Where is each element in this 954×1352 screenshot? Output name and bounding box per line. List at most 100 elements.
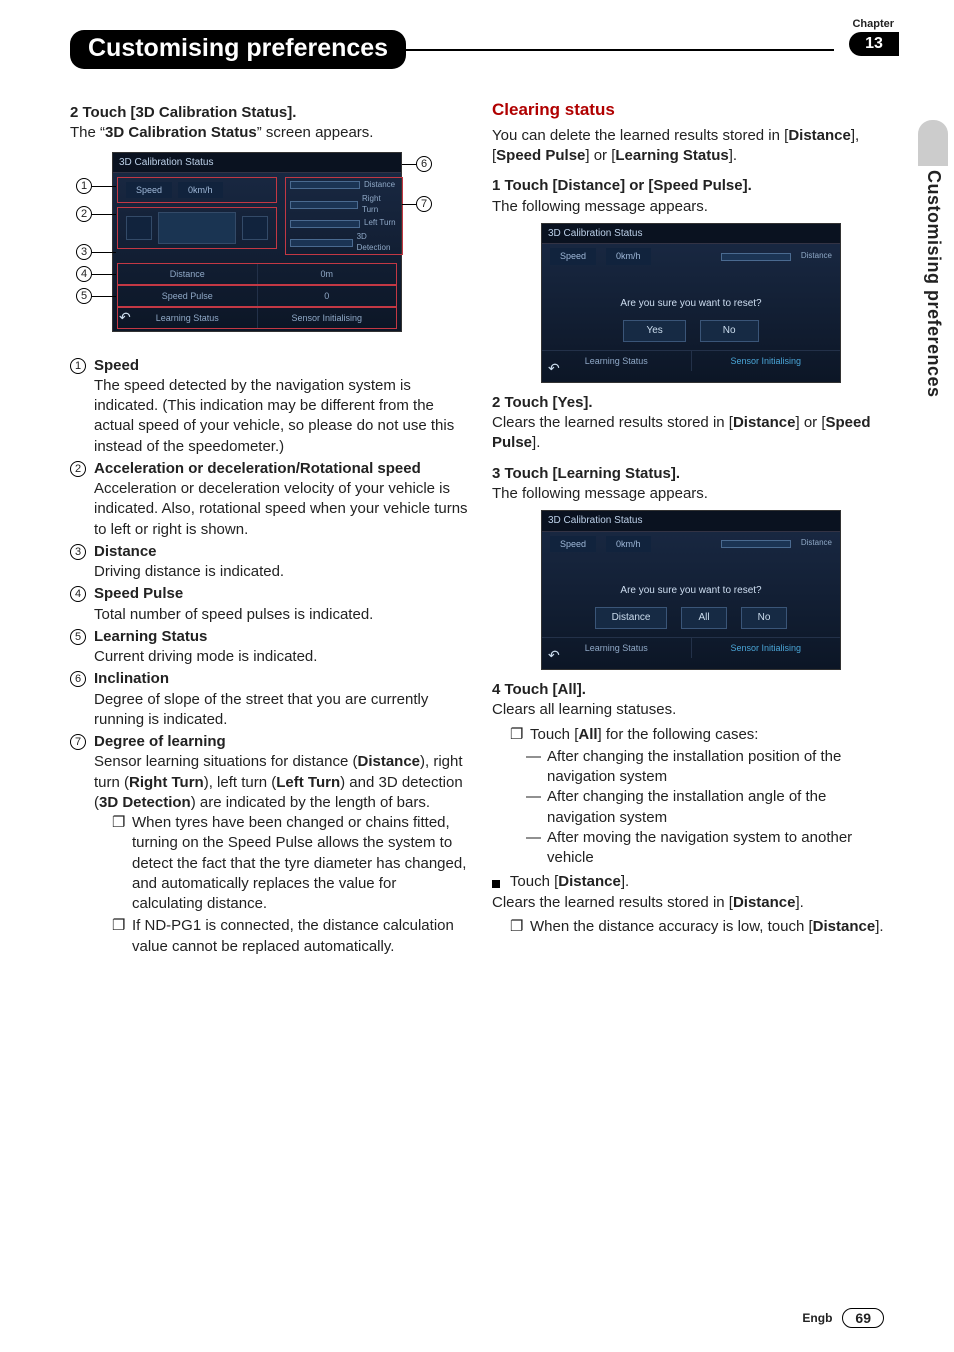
step4-bullet-lead: Touch [All] for the following cases: <box>530 725 758 745</box>
annotation-list: 1 Speed The speed detected by the naviga… <box>70 356 468 959</box>
chapter-label: Chapter <box>852 18 894 30</box>
note-icon: ❐ <box>112 813 126 914</box>
row-speedpulse-r: 0 <box>258 286 397 306</box>
gauge-rotation <box>158 212 236 244</box>
dlg1-speed-value: 0km/h <box>606 248 651 264</box>
note-icon: ❐ <box>510 725 524 745</box>
back-icon: ↶ <box>119 308 131 327</box>
dlg1-bottom-r: Sensor Initialising <box>692 351 841 371</box>
callout-7: 7 <box>416 196 432 212</box>
right-column: Clearing status You can delete the learn… <box>492 99 890 961</box>
dlg2-bottom-r: Sensor Initialising <box>692 638 841 658</box>
dlg1-no-button[interactable]: No <box>700 320 759 342</box>
gauge-acc <box>126 216 152 240</box>
step4-dash-1: After changing the installation position… <box>547 747 890 788</box>
degree-bullet-2: If ND-PG1 is connected, the distance cal… <box>132 916 468 957</box>
calibration-screen: 3D Calibration Status Speed 0km/h <box>112 152 402 332</box>
left-column: 2 Touch [3D Calibration Status]. The “3D… <box>70 99 468 961</box>
note-icon: ❐ <box>510 917 524 937</box>
left-step2-desc: The “3D Calibration Status” screen appea… <box>70 123 468 143</box>
prog-left-turn: Left Turn <box>364 218 396 229</box>
square-bullet-icon <box>492 880 500 888</box>
row-learn-r: Sensor Initialising <box>258 308 397 328</box>
touch-distance-body: Clears the learned results stored in [Di… <box>492 893 890 913</box>
right-step3-head: 3 Touch [Learning Status]. <box>492 464 890 484</box>
right-step1-head: 1 Touch [Distance] or [Speed Pulse]. <box>492 176 890 196</box>
dlg1-title: 3D Calibration Status <box>542 224 840 245</box>
callout-5: 5 <box>76 288 92 304</box>
right-step3-msg: The following message appears. <box>492 484 890 504</box>
anno-degree-head: Degree of learning <box>94 732 468 752</box>
right-step2-body: Clears the learned results stored in [Di… <box>492 413 890 454</box>
chapter-number-badge: 13 <box>849 32 899 56</box>
clearing-status-heading: Clearing status <box>492 99 890 122</box>
row-distance-l: Distance <box>118 264 258 284</box>
gauge-incline <box>242 216 268 240</box>
side-tab-text: Customising preferences <box>923 170 944 398</box>
row-learn-l: Learning Status <box>118 308 258 328</box>
footer-lang: Engb <box>802 1311 832 1325</box>
dlg2-title: 3D Calibration Status <box>542 511 840 532</box>
dlg2-all-button[interactable]: All <box>681 607 726 629</box>
anno-degree-body: Sensor learning situations for distance … <box>94 752 468 813</box>
title-rule <box>406 49 834 51</box>
anno-speedpulse-body: Total number of speed pulses is indicate… <box>94 605 468 625</box>
left-step2-head: 2 Touch [3D Calibration Status]. <box>70 103 468 123</box>
dlg2-no-button[interactable]: No <box>741 607 788 629</box>
page-title: Customising preferences <box>70 30 406 69</box>
dlg1-bottom-l: Learning Status <box>542 351 692 371</box>
right-step4-line: Clears all learning statuses. <box>492 700 890 720</box>
dlg1-prog: Distance <box>801 251 832 262</box>
anno-incline-head: Inclination <box>94 669 468 689</box>
footer-page-number: 69 <box>842 1308 884 1328</box>
callout-2: 2 <box>76 206 92 222</box>
anno-learn-body: Current driving mode is indicated. <box>94 647 468 667</box>
prog-right-turn: Right Turn <box>362 194 398 216</box>
anno-accel-head: Acceleration or deceleration/Rotational … <box>94 459 468 479</box>
row-distance-r: 0m <box>258 264 397 284</box>
callout-4: 4 <box>76 266 92 282</box>
right-step2-head: 2 Touch [Yes]. <box>492 393 890 413</box>
clearing-intro: You can delete the learned results store… <box>492 126 890 167</box>
anno-speed-body: The speed detected by the navigation sys… <box>94 376 468 457</box>
prog-3d-detection: 3D Detection <box>357 232 398 254</box>
speed-value: 0km/h <box>178 182 223 198</box>
speed-label: Speed <box>126 182 172 198</box>
dlg2-speed-value: 0km/h <box>606 536 651 552</box>
touch-distance-bullet: When the distance accuracy is low, touch… <box>530 917 884 937</box>
anno-distance-body: Driving distance is indicated. <box>94 562 468 582</box>
degree-bullet-1: When tyres have been changed or chains f… <box>132 813 468 914</box>
callout-6: 6 <box>416 156 432 172</box>
note-icon: ❐ <box>112 916 126 957</box>
page-header: Chapter 13 Customising preferences <box>70 30 894 69</box>
screen-title: 3D Calibration Status <box>113 153 401 174</box>
anno-incline-body: Degree of slope of the street that you a… <box>94 690 468 731</box>
dlg2-prog: Distance <box>801 538 832 549</box>
calibration-diagram: 3D Calibration Status Speed 0km/h <box>76 152 436 342</box>
dlg2-bottom-l: Learning Status <box>542 638 692 658</box>
reset-dialog-1: 3D Calibration Status Speed 0km/h Distan… <box>541 223 841 383</box>
reset-dialog-2: 3D Calibration Status Speed 0km/h Distan… <box>541 510 841 670</box>
dlg2-speed-label: Speed <box>550 536 596 552</box>
right-step1-msg: The following message appears. <box>492 197 890 217</box>
anno-speedpulse-head: Speed Pulse <box>94 584 468 604</box>
row-speedpulse-l: Speed Pulse <box>118 286 258 306</box>
back-icon: ↶ <box>548 646 560 665</box>
callout-3: 3 <box>76 244 92 260</box>
touch-distance-line: Touch [Distance]. <box>492 872 890 892</box>
step4-dash-3: After moving the navigation system to an… <box>547 828 890 869</box>
anno-speed-head: Speed <box>94 356 468 376</box>
back-icon: ↶ <box>548 359 560 378</box>
page-footer: Engb 69 <box>802 1308 884 1328</box>
dlg1-speed-label: Speed <box>550 248 596 264</box>
dlg2-distance-button[interactable]: Distance <box>595 607 668 629</box>
anno-distance-head: Distance <box>94 542 468 562</box>
prog-distance: Distance <box>364 180 395 191</box>
dlg1-message: Are you sure you want to reset? <box>542 269 840 321</box>
dlg2-message: Are you sure you want to reset? <box>542 556 840 608</box>
step4-dash-2: After changing the installation angle of… <box>547 787 890 828</box>
dlg1-yes-button[interactable]: Yes <box>623 320 685 342</box>
right-step4-head: 4 Touch [All]. <box>492 680 890 700</box>
callout-1: 1 <box>76 178 92 194</box>
anno-learn-head: Learning Status <box>94 627 468 647</box>
